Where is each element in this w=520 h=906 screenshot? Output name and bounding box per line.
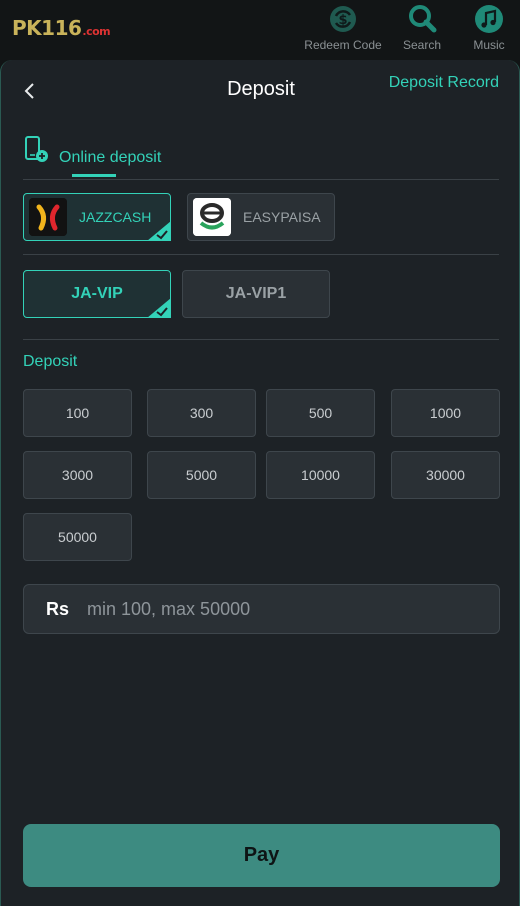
amount-option[interactable]: 3000	[23, 451, 132, 499]
deposit-record-link[interactable]: Deposit Record	[389, 74, 499, 92]
selected-check-icon	[147, 298, 171, 318]
amount-option[interactable]: 500	[266, 389, 375, 437]
amount-options: 100 300 500 1000 3000 5000 10000 30000 5…	[23, 389, 501, 563]
currency-symbol: Rs	[46, 598, 70, 619]
payment-methods: JAZZCASH EASYPAISA	[23, 193, 499, 255]
active-tab-indicator	[72, 174, 116, 177]
amount-value: 1000	[429, 405, 462, 421]
payment-method-jazzcash[interactable]: JAZZCASH	[23, 193, 171, 241]
site-logo[interactable]: PK116.com	[12, 16, 111, 40]
amount-value: 50000	[58, 529, 97, 545]
music-label: Music	[473, 38, 505, 52]
amount-value: 3000	[61, 467, 94, 483]
amount-option[interactable]: 5000	[147, 451, 256, 499]
amount-option[interactable]: 30000	[391, 451, 500, 499]
music-button[interactable]: Music	[449, 4, 520, 54]
amount-value: 10000	[301, 467, 340, 483]
jazzcash-logo-icon	[29, 198, 67, 236]
amount-option[interactable]: 50000	[23, 513, 132, 561]
pay-button[interactable]: Pay	[23, 824, 500, 887]
amount-value: 100	[65, 405, 90, 421]
easypaisa-label: EASYPAISA	[243, 209, 321, 225]
amount-input-field: Rs	[23, 584, 500, 634]
amount-value: 500	[308, 405, 333, 421]
jazzcash-label: JAZZCASH	[79, 209, 152, 225]
channel-ja-vip1-label: JA-VIP1	[225, 285, 287, 302]
redeem-code-button[interactable]: $ Redeem Code	[303, 4, 383, 54]
amount-option[interactable]: 100	[23, 389, 132, 437]
deposit-section-label: Deposit	[23, 353, 78, 370]
svg-text:$: $	[338, 13, 347, 28]
amount-input[interactable]	[87, 585, 499, 633]
deposit-tabs: Online deposit	[23, 134, 499, 180]
top-bar: PK116.com $ Redeem Code Search Music	[0, 0, 520, 60]
tab-online-deposit-label: Online deposit	[59, 149, 162, 166]
music-icon	[474, 4, 504, 34]
logo-suffix: .com	[82, 25, 111, 38]
payment-method-easypaisa[interactable]: EASYPAISA	[187, 193, 335, 241]
amount-option[interactable]: 10000	[266, 451, 375, 499]
selected-check-icon	[147, 221, 171, 241]
amount-option[interactable]: 1000	[391, 389, 500, 437]
redeem-code-label: Redeem Code	[304, 38, 382, 52]
search-icon	[407, 4, 437, 34]
amount-value: 30000	[426, 467, 465, 483]
easypaisa-logo-icon	[193, 198, 231, 236]
channel-options: JA-VIP JA-VIP1	[23, 270, 499, 340]
deposit-panel: Deposit Deposit Record Online deposit JA…	[0, 60, 520, 906]
mobile-deposit-icon	[25, 136, 48, 162]
amount-value: 300	[189, 405, 214, 421]
amount-option[interactable]: 300	[147, 389, 256, 437]
logo-text: PK116	[12, 16, 82, 40]
amount-value: 5000	[185, 467, 218, 483]
channel-ja-vip[interactable]: JA-VIP	[23, 270, 171, 318]
channel-ja-vip-label: JA-VIP	[71, 285, 123, 302]
redeem-icon: $	[328, 4, 358, 34]
channel-ja-vip1[interactable]: JA-VIP1	[182, 270, 330, 318]
